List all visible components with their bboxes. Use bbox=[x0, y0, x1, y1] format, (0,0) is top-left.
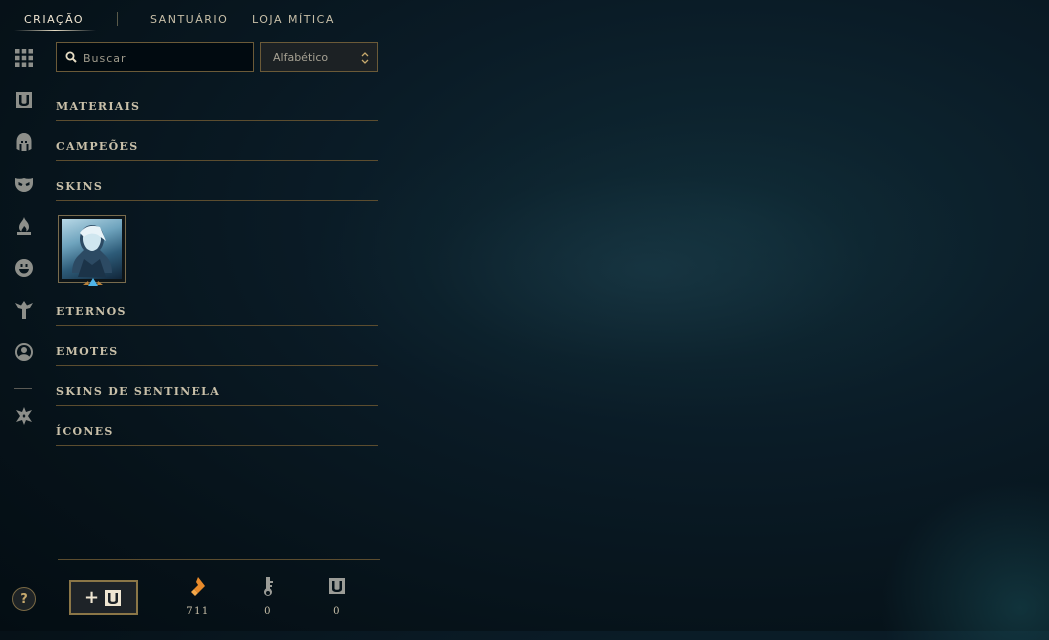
tab-criacao[interactable]: CRIAÇÃO bbox=[24, 13, 84, 26]
category-campeoes[interactable]: CAMPEÕES bbox=[56, 136, 378, 161]
tab-divider bbox=[117, 12, 118, 26]
chest-icon bbox=[329, 578, 345, 594]
category-skins-de-sentinela[interactable]: SKINS DE SENTINELA bbox=[56, 381, 378, 406]
flame-icon[interactable] bbox=[12, 214, 36, 238]
craft-chest-button[interactable]: + bbox=[69, 580, 138, 615]
category-label: MATERIAIS bbox=[56, 100, 141, 113]
mask-icon[interactable] bbox=[12, 172, 36, 196]
plus-label: + bbox=[83, 586, 100, 608]
orange-essence-icon bbox=[191, 577, 205, 596]
skin-portrait bbox=[62, 219, 122, 279]
skin-item-tile[interactable] bbox=[58, 215, 126, 286]
bottom-divider bbox=[58, 559, 380, 560]
chest-icon bbox=[105, 589, 122, 606]
background-glow-corner bbox=[880, 480, 1049, 640]
category-label: SKINS bbox=[56, 180, 104, 193]
category-label: CAMPEÕES bbox=[56, 140, 139, 153]
resource-chests: 0 bbox=[317, 576, 357, 617]
category-icones[interactable]: ÍCONES bbox=[56, 421, 378, 446]
key-icon bbox=[264, 577, 273, 596]
chest-icon[interactable] bbox=[12, 88, 36, 112]
helmet-icon[interactable] bbox=[12, 130, 36, 154]
help-button[interactable]: ? bbox=[12, 587, 36, 611]
category-materiais[interactable]: MATERIAIS bbox=[56, 96, 378, 121]
resource-count: 711 bbox=[186, 606, 210, 617]
category-label: ETERNOS bbox=[56, 305, 127, 318]
category-label: ÍCONES bbox=[56, 425, 114, 438]
category-label: EMOTES bbox=[56, 345, 119, 358]
top-navigation: CRIAÇÃO SANTUÁRIO LOJA MÍTICA bbox=[0, 0, 400, 40]
emote-face-icon[interactable] bbox=[12, 256, 36, 280]
ward-icon[interactable] bbox=[12, 298, 36, 322]
active-tab-indicator bbox=[14, 30, 96, 31]
tab-loja-mitica[interactable]: LOJA MÍTICA bbox=[252, 13, 335, 26]
sort-chevrons-icon bbox=[361, 52, 369, 64]
resource-count: 0 bbox=[264, 606, 272, 617]
rail-divider bbox=[14, 388, 32, 389]
eternal-icon[interactable] bbox=[12, 404, 36, 428]
sort-selected-value: Alfabético bbox=[273, 51, 329, 64]
profile-icon[interactable] bbox=[12, 340, 36, 364]
category-emotes[interactable]: EMOTES bbox=[56, 341, 378, 366]
search-icon bbox=[65, 51, 77, 63]
search-input[interactable] bbox=[81, 43, 253, 73]
resource-count: 0 bbox=[333, 606, 341, 617]
tab-santuario[interactable]: SANTUÁRIO bbox=[150, 13, 228, 26]
resource-orange-essence: 711 bbox=[178, 576, 218, 617]
category-label: SKINS DE SENTINELA bbox=[56, 385, 221, 398]
background-glow bbox=[300, 120, 1000, 420]
search-box[interactable] bbox=[56, 42, 254, 73]
grid-icon[interactable] bbox=[12, 46, 36, 70]
category-eternos[interactable]: ETERNOS bbox=[56, 301, 378, 326]
category-skins[interactable]: SKINS bbox=[56, 176, 378, 201]
resource-keys: 0 bbox=[248, 576, 288, 617]
rarity-marker-icon bbox=[83, 278, 103, 286]
sort-dropdown[interactable]: Alfabético bbox=[260, 42, 378, 72]
